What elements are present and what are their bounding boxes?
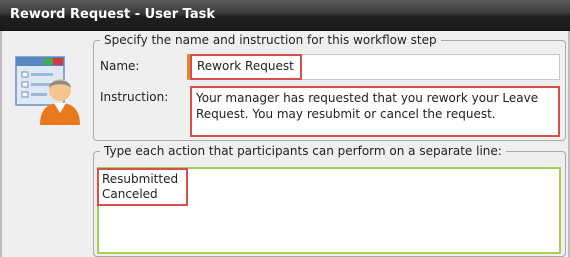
actions-legend: Type each action that participants can p… xyxy=(104,144,502,158)
user-task-icon xyxy=(15,56,80,125)
actions-field[interactable]: Resubmitted Canceled xyxy=(97,167,561,254)
name-field[interactable]: Rework Request xyxy=(187,54,560,80)
instruction-label: Instruction: xyxy=(100,90,169,104)
name-label: Name: xyxy=(100,59,140,73)
title-bar: Reword Request - User Task xyxy=(0,0,570,31)
window-title: Reword Request - User Task xyxy=(10,7,216,22)
step-settings-legend: Specify the name and instruction for thi… xyxy=(104,33,437,47)
instruction-field[interactable]: Your manager has requested that you rewo… xyxy=(190,86,560,136)
